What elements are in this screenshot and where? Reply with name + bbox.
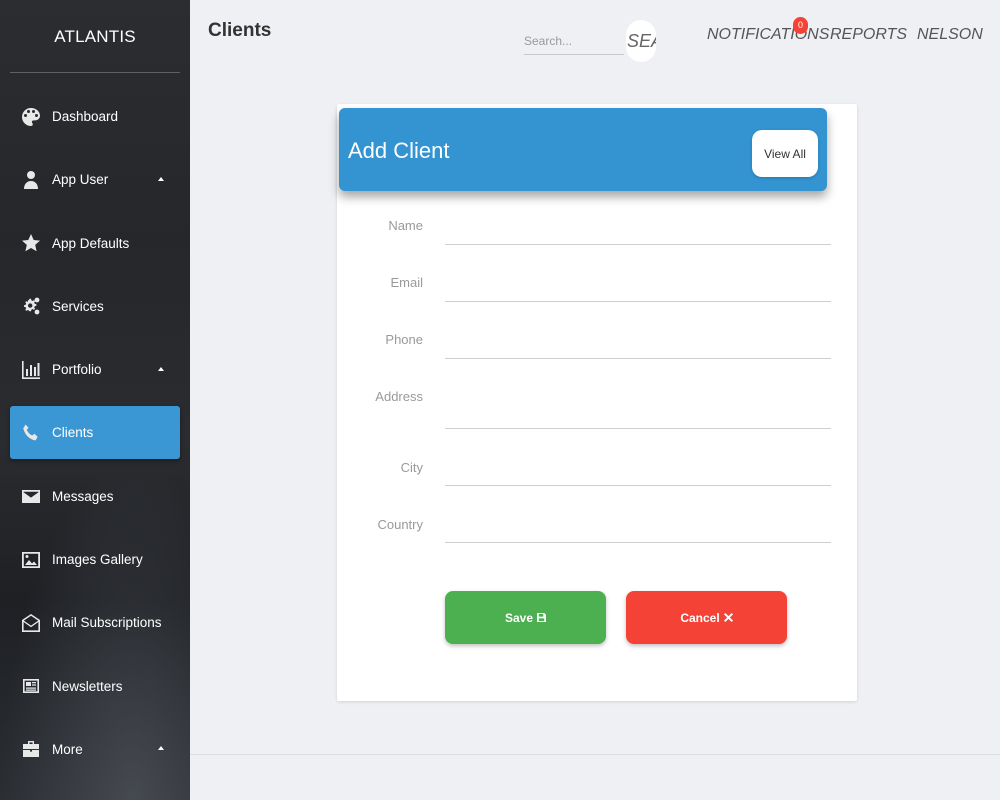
view-all-button[interactable]: View All — [752, 130, 818, 177]
sidebar-item-app-user[interactable]: App User — [10, 153, 180, 206]
cancel-label: Cancel — [680, 610, 720, 625]
phone-label: Phone — [385, 332, 423, 347]
caret-up-icon — [158, 176, 164, 181]
sidebar-item-dashboard[interactable]: Dashboard — [10, 90, 180, 143]
open-envelope-icon — [20, 612, 42, 634]
cancel-button[interactable]: Cancel — [626, 591, 787, 644]
sidebar-item-portfolio[interactable]: Portfolio — [10, 343, 180, 396]
envelope-icon — [20, 485, 42, 507]
sidebar-item-more[interactable]: More — [10, 723, 180, 776]
sidebar-item-services[interactable]: Services — [10, 280, 180, 333]
name-label: Name — [388, 218, 423, 233]
sidebar-item-newsletters[interactable]: Newsletters — [10, 660, 180, 713]
sidebar-item-app-defaults[interactable]: App Defaults — [10, 217, 180, 270]
email-field[interactable] — [445, 272, 831, 302]
sidebar-item-label: Portfolio — [52, 362, 102, 378]
sidebar-item-images-gallery[interactable]: Images Gallery — [10, 533, 180, 586]
person-icon — [20, 169, 42, 191]
save-button[interactable]: Save — [445, 591, 606, 644]
newspaper-icon — [20, 675, 42, 697]
email-label: Email — [390, 275, 423, 290]
sidebar-item-mail-subscriptions[interactable]: Mail Subscriptions — [10, 596, 180, 649]
city-field[interactable] — [445, 456, 831, 486]
top-bar: Clients SEARCH NOTIFICATIONS 0 REPORTS N… — [190, 0, 1000, 74]
star-icon — [20, 232, 42, 254]
caret-up-icon — [158, 746, 164, 751]
page-title: Clients — [208, 20, 272, 41]
name-field[interactable] — [445, 215, 831, 245]
footer-divider — [190, 754, 1000, 755]
card-header: Add Client View All — [339, 108, 827, 191]
country-label: Country — [377, 517, 423, 532]
user-menu[interactable]: NELSON — [917, 26, 983, 44]
image-icon — [20, 549, 42, 571]
sidebar-item-label: Clients — [52, 425, 94, 441]
sidebar-item-clients[interactable]: Clients — [10, 406, 180, 460]
gears-icon — [20, 295, 42, 317]
address-field[interactable] — [445, 399, 831, 429]
bar-chart-icon — [20, 359, 42, 381]
brand-logo[interactable]: ATLANTIS — [0, 0, 190, 74]
palette-icon — [20, 106, 42, 128]
save-label: Save — [504, 610, 534, 625]
sidebar-item-label: Newsletters — [52, 678, 123, 694]
sidebar-item-label: More — [52, 741, 83, 757]
reports-link[interactable]: REPORTS — [830, 26, 907, 44]
phone-field[interactable] — [445, 329, 831, 359]
country-field[interactable] — [445, 513, 831, 543]
sidebar-item-label: Dashboard — [52, 109, 119, 124]
sidebar-item-label: App User — [52, 172, 109, 188]
card-title: Add Client — [348, 138, 450, 163]
search-button[interactable]: SEARCH — [626, 20, 656, 62]
sidebar-item-label: Services — [52, 298, 104, 314]
sidebar-nav: Dashboard App User App Defaults Services — [0, 90, 190, 776]
sidebar: ATLANTIS Dashboard App User App Defaults — [0, 0, 190, 800]
caret-up-icon — [158, 366, 164, 371]
sidebar-item-label: Messages — [52, 488, 114, 504]
notifications-link[interactable]: NOTIFICATIONS — [707, 26, 829, 44]
brand-divider — [10, 72, 180, 73]
sidebar-item-label: Mail Subscriptions — [52, 615, 162, 631]
sidebar-item-label: Images Gallery — [52, 552, 143, 568]
floppy-disk-icon — [537, 613, 547, 622]
sidebar-item-messages[interactable]: Messages — [10, 470, 180, 523]
phone-icon — [20, 422, 42, 444]
briefcase-icon — [20, 738, 42, 760]
search-input[interactable] — [524, 27, 624, 55]
notifications-badge: 0 — [793, 17, 808, 34]
add-client-card: Add Client View All Name Email Phone Add… — [337, 104, 857, 701]
city-label: City — [400, 460, 423, 475]
close-icon — [723, 613, 733, 622]
address-label: Address — [375, 389, 423, 404]
sidebar-item-label: App Defaults — [52, 235, 130, 251]
